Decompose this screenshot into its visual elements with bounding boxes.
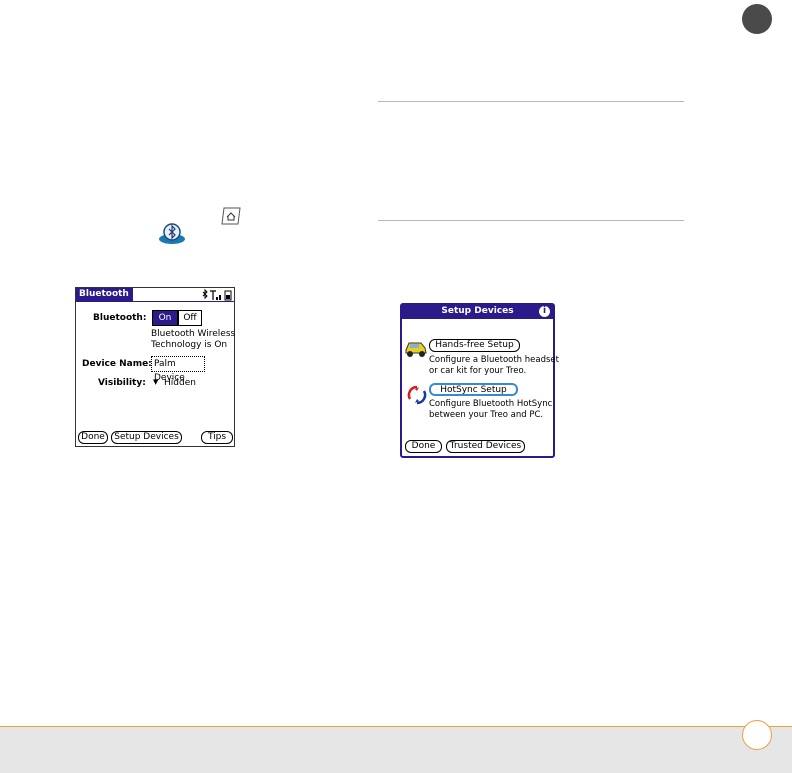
hotsync-desc-line1: Configure Bluetooth HotSync: [429, 399, 553, 409]
handsfree-desc-line2: or car kit for your Treo.: [429, 366, 527, 376]
hotsync-desc-line2: between your Treo and PC.: [429, 410, 544, 420]
visibility-dropdown-icon[interactable]: ▼: [153, 378, 158, 386]
bluetooth-screen: Bluetooth Bluetooth: On Off Bluetooth Wi…: [75, 287, 235, 447]
done-button[interactable]: Done: [78, 431, 108, 444]
note-bottom-rule: [378, 220, 684, 221]
home-key-icon: [220, 206, 242, 226]
note-top-rule: [378, 101, 684, 102]
handsfree-desc-line1: Configure a Bluetooth headset: [429, 355, 559, 365]
visibility-label: Visibility:: [98, 378, 146, 388]
bluetooth-title: Bluetooth: [79, 289, 129, 299]
trusted-devices-button[interactable]: Trusted Devices: [446, 440, 525, 453]
bluetooth-off-button[interactable]: Off: [178, 310, 202, 326]
setup-done-button[interactable]: Done: [405, 440, 442, 453]
visibility-value[interactable]: Hidden: [164, 378, 196, 388]
setup-title: Setup Devices: [441, 306, 514, 316]
bluetooth-status-line2: Technology is On: [151, 340, 228, 350]
bluetooth-label: Bluetooth:: [93, 313, 147, 323]
bluetooth-app-icon: [158, 222, 186, 246]
hands-free-setup-button[interactable]: Hands-free Setup: [429, 339, 520, 352]
bluetooth-status-line1: Bluetooth Wireless: [151, 329, 236, 339]
car-kit-icon: [404, 338, 428, 360]
tips-button[interactable]: Tips: [201, 431, 233, 444]
page-number-marker: [742, 720, 772, 750]
title-rule: [133, 301, 234, 302]
hotsync-setup-button[interactable]: HotSync Setup: [429, 383, 518, 396]
info-icon[interactable]: i: [539, 306, 550, 317]
page-footer: [0, 726, 792, 773]
hotsync-icon: [407, 385, 427, 405]
device-name-label: Device Name:: [82, 359, 152, 369]
device-name-field[interactable]: Palm Device: [151, 356, 205, 383]
setup-devices-screen: Setup Devices i Hands-free Setup Configu…: [400, 303, 559, 458]
chapter-marker: [742, 4, 772, 34]
status-icons: [201, 288, 233, 301]
setup-devices-button[interactable]: Setup Devices: [111, 431, 182, 444]
bluetooth-on-button[interactable]: On: [152, 310, 178, 326]
